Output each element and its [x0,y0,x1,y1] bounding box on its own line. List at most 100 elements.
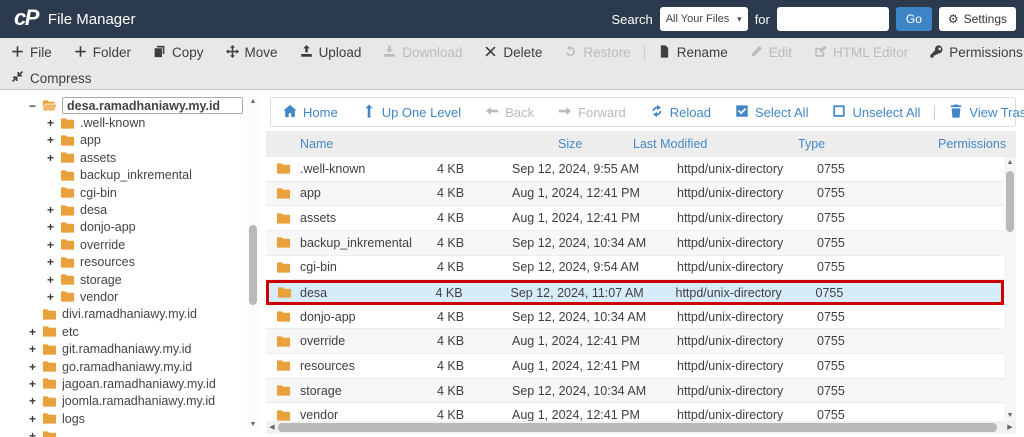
settings-button[interactable]: ⚙ Settings [938,7,1016,31]
toolbar-file-button[interactable]: File [0,45,63,61]
tree-item-label[interactable]: divi.ramadhaniawy.my.id [62,307,197,321]
tree-item-label[interactable]: resources [80,255,135,269]
tree-item-vendor[interactable]: + vendor [0,288,246,305]
tree-expander-icon[interactable]: + [47,133,60,147]
tree-expander-icon[interactable]: + [47,151,60,165]
file-name[interactable]: desa [300,286,436,300]
file-row-backup-inkremental[interactable]: backup_inkremental 4 KB Sep 12, 2024, 10… [266,230,1004,256]
tree-item-label[interactable]: .well-known [80,116,145,130]
file-row-assets[interactable]: assets 4 KB Aug 1, 2024, 12:41 PM httpd/… [266,206,1004,231]
tree-expander-icon[interactable]: + [29,377,42,391]
column-header-name[interactable]: Name [300,137,558,151]
sidebar-scrollbar-thumb[interactable] [249,225,257,305]
column-header-permissions[interactable]: Permissions [938,137,1016,151]
tree-expander-icon[interactable]: + [29,394,42,408]
table-hscrollbar-thumb[interactable] [278,423,997,432]
search-input[interactable] [776,7,889,31]
up-one-level-button[interactable]: Up One Level [350,104,474,121]
unselect-all-button[interactable]: Unselect All [820,104,932,121]
tree-expander-icon[interactable]: + [29,342,42,356]
tree-item-label[interactable]: app [80,133,101,147]
tree-item-label[interactable]: desa.ramadhaniawy.my.id [62,97,243,115]
file-row-cgi-bin[interactable]: cgi-bin 4 KB Sep 12, 2024, 9:54 AM httpd… [266,255,1004,281]
tree-item-label[interactable]: backup_inkremental [80,168,192,182]
table-scrollbar-vertical[interactable]: ▲ ▼ [1004,157,1016,421]
toolbar-copy-button[interactable]: Copy [142,45,215,61]
file-row-app[interactable]: app 4 KB Aug 1, 2024, 12:41 PM httpd/uni… [266,181,1004,207]
tree-expander-icon[interactable]: + [47,273,60,287]
scroll-up-icon[interactable]: ▲ [1004,157,1016,168]
tree-item-desa[interactable]: + desa [0,201,246,218]
tree-expander-icon[interactable]: + [47,238,60,252]
file-name[interactable]: storage [300,384,437,398]
file-name[interactable]: override [300,334,437,348]
file-name[interactable]: cgi-bin [300,260,437,274]
file-row-desa[interactable]: desa 4 KB Sep 12, 2024, 11:07 AM httpd/u… [266,280,1004,305]
go-button[interactable]: Go [895,7,932,31]
tree-expander-icon[interactable]: + [47,290,60,304]
tree-item-label[interactable]: donjo-app [80,220,136,234]
tree-item-label[interactable]: vendor [80,290,118,304]
tree-item-storage[interactable]: + storage [0,271,246,288]
file-name[interactable]: donjo-app [300,310,437,324]
file-row-resources[interactable]: resources 4 KB Aug 1, 2024, 12:41 PM htt… [266,354,1004,379]
file-name[interactable]: .well-known [300,162,437,176]
tree-item-joomla-ramadhaniawy-my-id[interactable]: + joomla.ramadhaniawy.my.id [0,393,246,410]
scroll-right-icon[interactable]: ▶ [1004,421,1016,434]
tree-expander-icon[interactable]: + [47,255,60,269]
scroll-left-icon[interactable]: ◀ [266,421,278,434]
tree-item-well-known[interactable]: + .well-known [0,114,246,131]
tree-expander-icon[interactable]: + [47,220,60,234]
tree-item-label[interactable]: override [80,238,125,252]
tree-item-override[interactable]: + override [0,236,246,253]
tree-item-assets[interactable]: + assets [0,149,246,166]
tree-item-label[interactable]: desa [80,203,107,217]
tree-item-desa-ramadhaniawy-my-id[interactable]: − desa.ramadhaniawy.my.id [0,97,246,115]
tree-item-etc[interactable]: + etc [0,323,246,340]
tree-item-label[interactable]: assets [80,151,116,165]
select-all-button[interactable]: Select All [723,104,820,121]
tree-expander-icon[interactable]: + [47,116,60,130]
column-header-size[interactable]: Size [558,137,633,151]
tree-item-jagoan-ramadhaniawy-my-id[interactable]: + jagoan.ramadhaniawy.my.id [0,375,246,392]
toolbar-move-button[interactable]: Move [215,45,289,61]
tree-item-label[interactable]: storage [80,273,122,287]
toolbar-compress-button[interactable]: Compress [0,70,103,86]
tree-item-label[interactable]: joomla.ramadhaniawy.my.id [62,394,215,408]
file-name[interactable]: backup_inkremental [300,236,437,250]
file-row-donjo-app[interactable]: donjo-app 4 KB Sep 12, 2024, 10:34 AM ht… [266,304,1004,330]
tree-item-app[interactable]: + app [0,132,246,149]
tree-item-label[interactable]: go.ramadhaniawy.my.id [62,360,192,374]
tree-item-label[interactable]: etc [62,325,79,339]
tree-item-backup-inkremental[interactable]: backup_inkremental [0,167,246,184]
column-header-last-modified[interactable]: Last Modified [633,137,798,151]
tree-item-item[interactable]: + [0,427,246,437]
tree-expander-icon[interactable]: + [29,429,42,437]
file-row-storage[interactable]: storage 4 KB Sep 12, 2024, 10:34 AM http… [266,378,1004,404]
tree-item-git-ramadhaniawy-my-id[interactable]: + git.ramadhaniawy.my.id [0,340,246,357]
file-name[interactable]: app [300,186,437,200]
tree-item-label[interactable]: git.ramadhaniawy.my.id [62,342,191,356]
table-scrollbar-horizontal[interactable]: ◀ ▶ [266,421,1016,434]
tree-item-label[interactable]: logs [62,412,85,426]
sidebar-scrollbar[interactable]: ▲ ▼ [247,96,259,430]
tree-expander-icon[interactable]: + [29,325,42,339]
file-name[interactable]: resources [300,359,437,373]
toolbar-rename-button[interactable]: Rename [647,45,739,61]
toolbar-folder-button[interactable]: Folder [63,45,142,61]
home-button[interactable]: Home [271,104,350,121]
tree-item-divi-ramadhaniawy-my-id[interactable]: divi.ramadhaniawy.my.id [0,306,246,323]
file-row-override[interactable]: override 4 KB Aug 1, 2024, 12:41 PM http… [266,329,1004,355]
tree-item-logs[interactable]: + logs [0,410,246,427]
view-trash-button[interactable]: View Trash [937,104,1024,121]
file-row-well-known[interactable]: .well-known 4 KB Sep 12, 2024, 9:55 AM h… [266,157,1004,182]
tree-expander-icon[interactable]: − [29,99,42,113]
search-scope-select[interactable]: All Your Files ▾ [659,7,748,31]
toolbar-permissions-button[interactable]: Permissions [919,45,1024,61]
tree-item-resources[interactable]: + resources [0,254,246,271]
tree-item-donjo-app[interactable]: + donjo-app [0,219,246,236]
tree-item-label[interactable]: jagoan.ramadhaniawy.my.id [62,377,216,391]
scroll-down-icon[interactable]: ▼ [247,419,259,430]
tree-expander-icon[interactable]: + [29,360,42,374]
file-name[interactable]: assets [300,211,437,225]
